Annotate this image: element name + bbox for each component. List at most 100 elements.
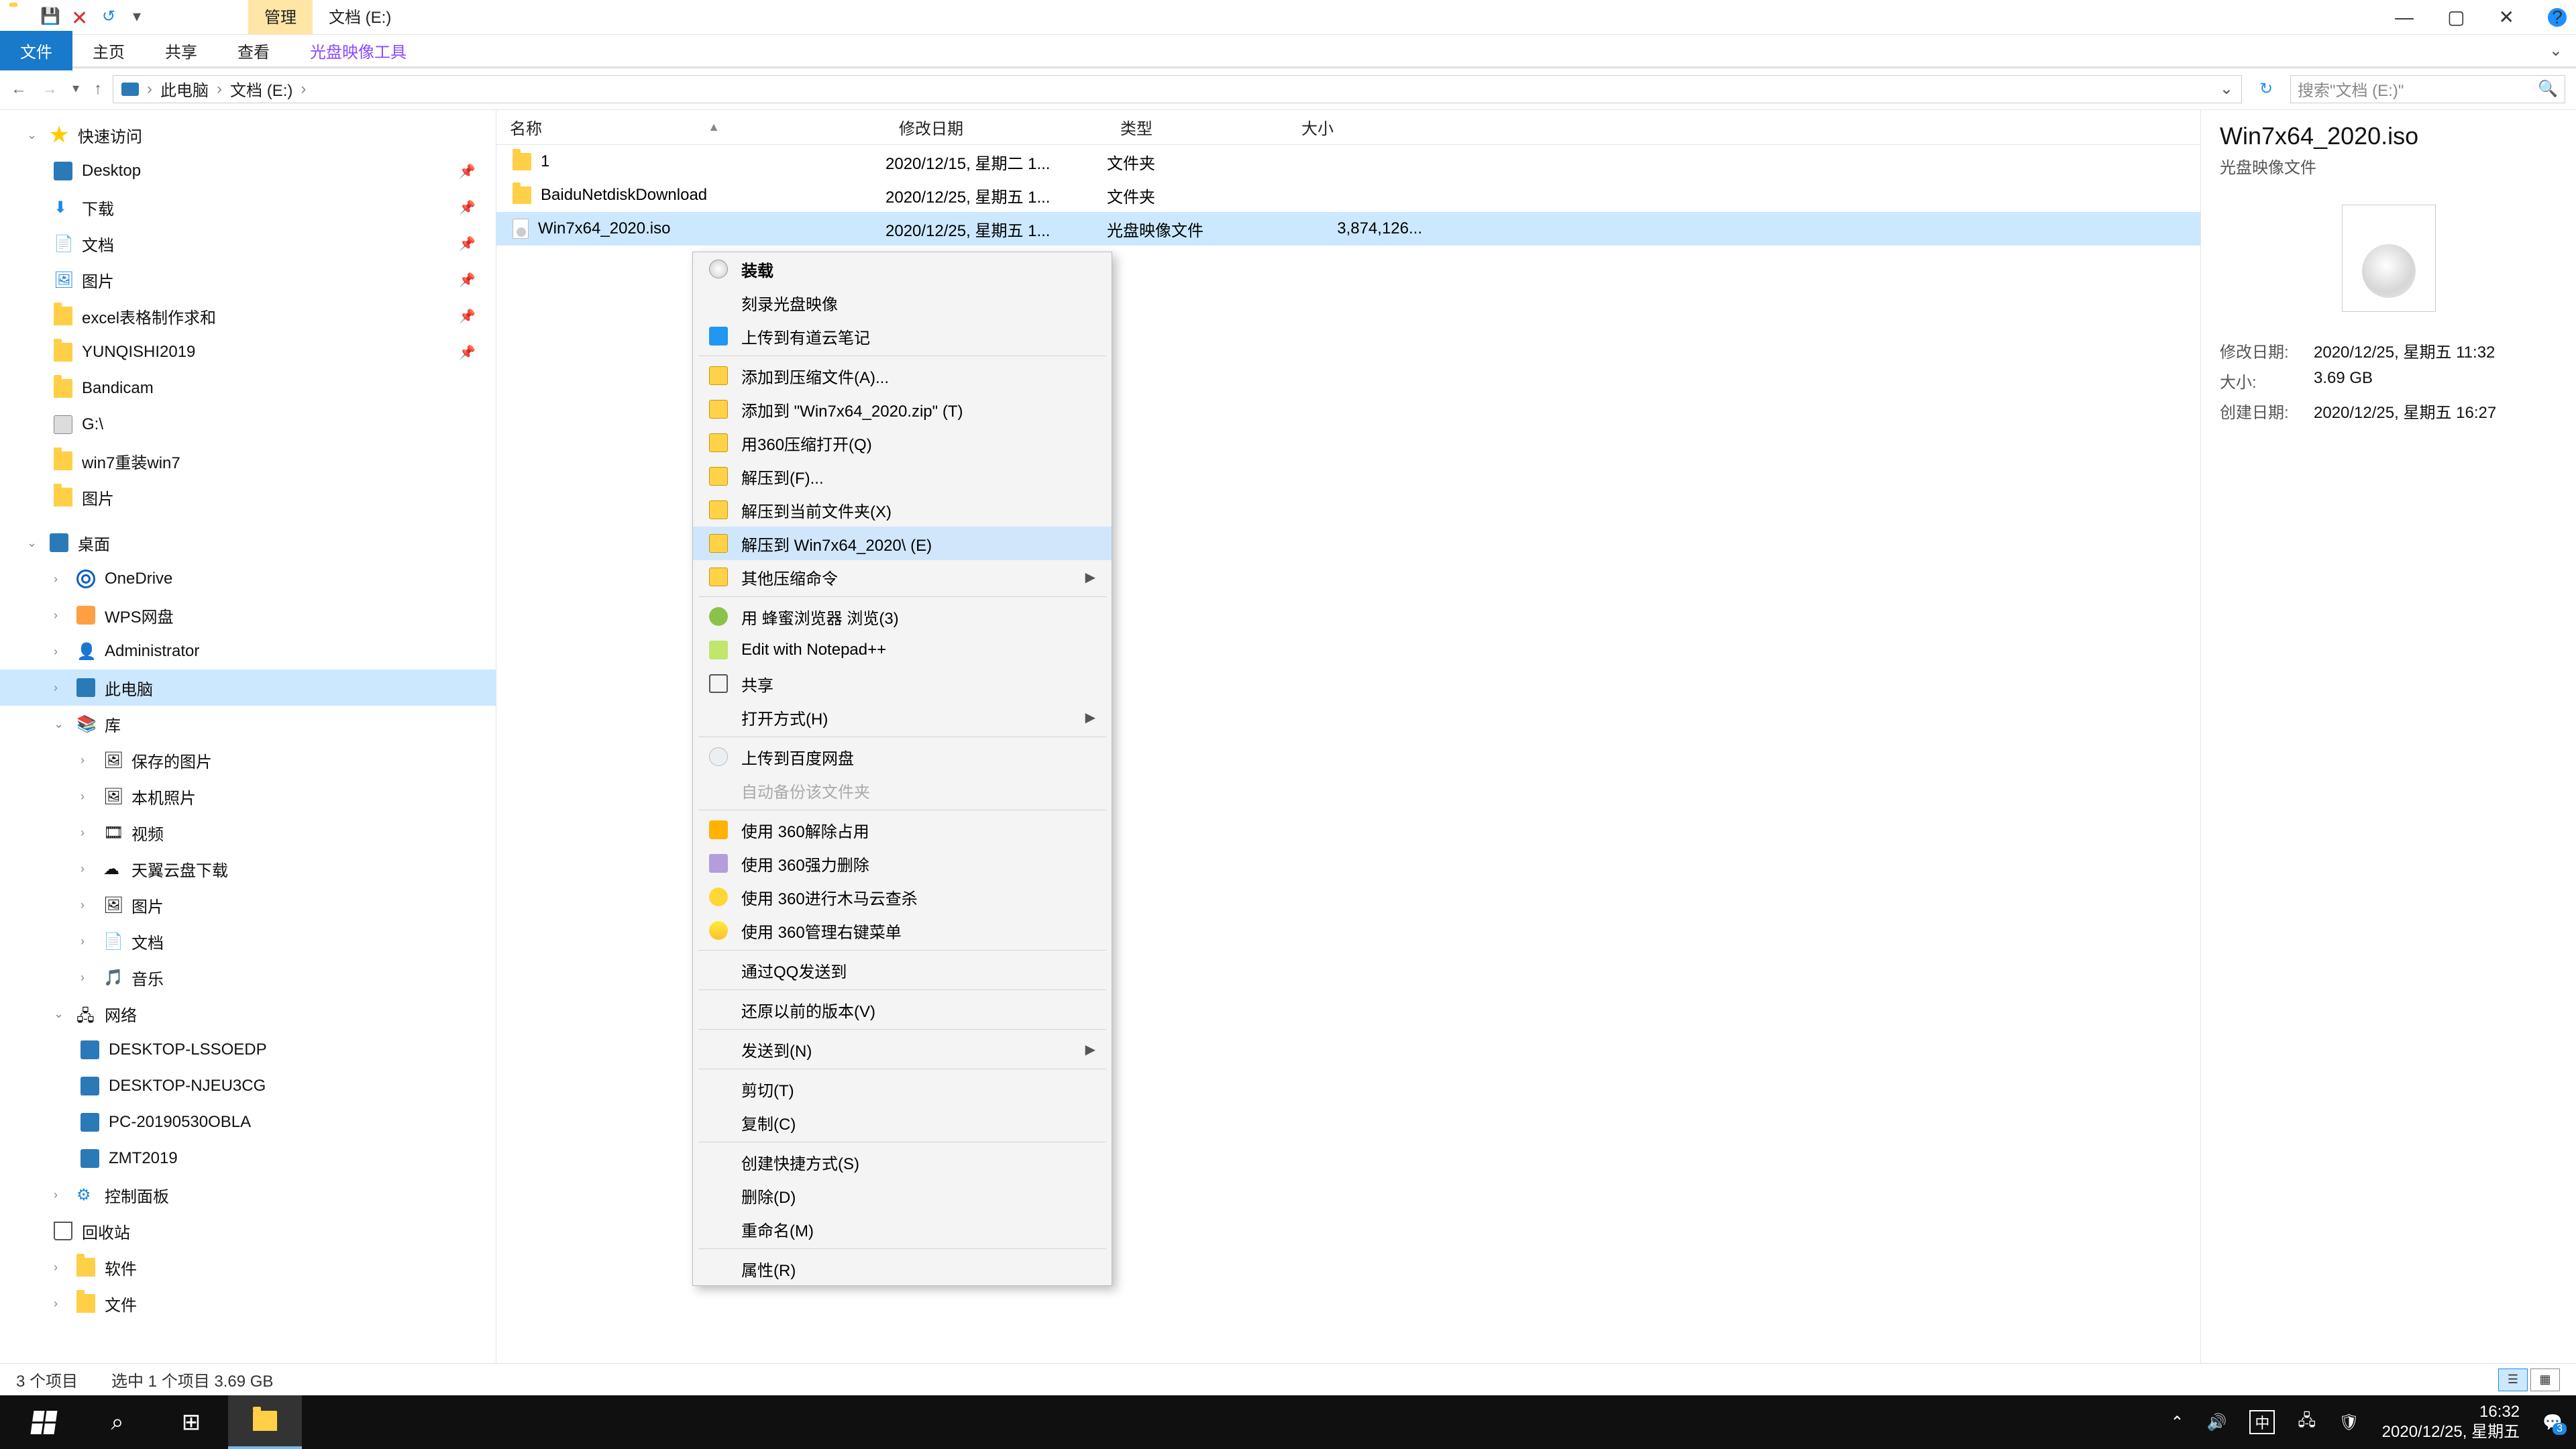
ribbon-tab-file[interactable]: 文件 <box>0 31 72 70</box>
nav-camera-roll[interactable]: ›🖼本机照片 <box>0 778 496 814</box>
nav-onedrive[interactable]: ›OneDrive <box>0 561 496 597</box>
ctx-delete[interactable]: 删除(D) <box>693 1179 1112 1212</box>
ctx-burn[interactable]: 刻录光盘映像 <box>693 286 1112 319</box>
file-row[interactable]: 1 2020/12/15, 星期二 1... 文件夹 <box>496 145 2200 178</box>
task-view-button[interactable]: ⊞ <box>154 1395 228 1449</box>
col-date[interactable]: 修改日期 <box>885 115 1107 139</box>
maximize-button[interactable]: ▢ <box>2447 6 2465 28</box>
tray-network-icon[interactable]: 🖧 <box>2298 1409 2316 1436</box>
ctx-extract-to[interactable]: 解压到(F)... <box>693 460 1112 493</box>
ribbon-tab-disctools[interactable]: 光盘映像工具 <box>290 31 427 70</box>
nav-back-button[interactable]: ← <box>11 80 27 99</box>
nav-libraries[interactable]: ⌄📚库 <box>0 706 496 742</box>
close-button[interactable]: ✕ <box>2499 6 2514 28</box>
view-details-button[interactable]: ☰ <box>2498 1368 2528 1391</box>
chevron-right-icon[interactable]: › <box>147 80 152 99</box>
delete-icon[interactable]: ✕ <box>71 7 93 28</box>
ctx-honey-browse[interactable]: 用 蜂蜜浏览器 浏览(3) <box>693 600 1112 633</box>
title-tab-manage[interactable]: 管理 <box>248 0 313 34</box>
nav-pictures2[interactable]: 图片 <box>0 479 496 515</box>
nav-music[interactable]: ›🎵音乐 <box>0 959 496 996</box>
ribbon-expand-icon[interactable]: ⌄ <box>2549 41 2576 60</box>
start-button[interactable] <box>7 1395 80 1449</box>
nav-desktop-root[interactable]: ⌄桌面 <box>0 525 496 561</box>
chevron-right-icon[interactable]: › <box>301 80 306 99</box>
ctx-open-360zip[interactable]: 用360压缩打开(Q) <box>693 426 1112 460</box>
taskbar-search[interactable]: ⌕ <box>80 1395 154 1449</box>
nav-yunqishi[interactable]: YUNQISHI2019📌 <box>0 334 496 370</box>
ctx-open-with[interactable]: 打开方式(H)▶ <box>693 700 1112 734</box>
save-icon[interactable]: 💾 <box>40 7 62 28</box>
nav-forward-button[interactable]: → <box>42 80 58 99</box>
chevron-right-icon[interactable]: › <box>217 80 222 99</box>
taskbar-explorer[interactable] <box>228 1395 302 1449</box>
qat-dropdown-icon[interactable]: ▾ <box>133 7 154 28</box>
ctx-other-archive[interactable]: 其他压缩命令▶ <box>693 560 1112 594</box>
help-icon[interactable]: ? <box>2548 8 2567 27</box>
nav-network[interactable]: ⌄🖧网络 <box>0 996 496 1032</box>
ctx-360-unlock[interactable]: 使用 360解除占用 <box>693 813 1112 847</box>
tray-volume-icon[interactable]: 🔊 <box>2207 1413 2227 1432</box>
ctx-send-to[interactable]: 发送到(N)▶ <box>693 1032 1112 1066</box>
nav-pictures[interactable]: 🖼图片📌 <box>0 262 496 298</box>
nav-net4[interactable]: ZMT2019 <box>0 1140 496 1177</box>
nav-documents2[interactable]: ›📄文档 <box>0 923 496 959</box>
ctx-extract-named[interactable]: 解压到 Win7x64_2020\ (E) <box>693 527 1112 560</box>
ctx-extract-here[interactable]: 解压到当前文件夹(X) <box>693 493 1112 527</box>
file-row[interactable]: BaiduNetdiskDownload 2020/12/25, 星期五 1..… <box>496 178 2200 212</box>
nav-software[interactable]: ›软件 <box>0 1249 496 1285</box>
tray-ime[interactable]: 中 <box>2249 1410 2275 1434</box>
address-bar[interactable]: › 此电脑 › 文档 (E:) › ⌄ <box>113 75 2242 103</box>
nav-tianyi[interactable]: ›☁天翼云盘下载 <box>0 851 496 887</box>
nav-gdrive[interactable]: G:\ <box>0 407 496 443</box>
breadcrumb-root[interactable]: 此电脑 <box>160 77 209 101</box>
col-name[interactable]: 名称▲ <box>496 115 885 139</box>
nav-win7re[interactable]: win7重装win7 <box>0 443 496 479</box>
ribbon-tab-share[interactable]: 共享 <box>145 31 217 70</box>
ctx-copy[interactable]: 复制(C) <box>693 1106 1112 1139</box>
ctx-360-force-delete[interactable]: 使用 360强力删除 <box>693 847 1112 880</box>
search-icon[interactable]: 🔍 <box>2538 79 2558 99</box>
ctx-360-manager[interactable]: 使用 360管理右键菜单 <box>693 914 1112 947</box>
nav-net2[interactable]: DESKTOP-NJEU3CG <box>0 1068 496 1104</box>
ctx-share[interactable]: 共享 <box>693 667 1112 700</box>
ribbon-tab-view[interactable]: 查看 <box>217 31 290 70</box>
col-type[interactable]: 类型 <box>1107 115 1288 139</box>
nav-up-button[interactable]: ↑ <box>94 80 102 99</box>
nav-saved-pics[interactable]: ›🖼保存的图片 <box>0 742 496 778</box>
ctx-360-scan[interactable]: 使用 360进行木马云查杀 <box>693 880 1112 914</box>
undo-icon[interactable]: ↺ <box>102 7 123 28</box>
nav-documents[interactable]: 📄文档📌 <box>0 225 496 262</box>
nav-files[interactable]: ›文件 <box>0 1285 496 1322</box>
refresh-button[interactable]: ↻ <box>2253 79 2279 99</box>
ctx-qq-send[interactable]: 通过QQ发送到 <box>693 953 1112 987</box>
ctx-restore-previous[interactable]: 还原以前的版本(V) <box>693 993 1112 1026</box>
tray-clock[interactable]: 16:322020/12/25, 星期五 <box>2382 1402 2520 1442</box>
nav-recycle[interactable]: 回收站 <box>0 1213 496 1249</box>
tray-overflow-icon[interactable]: ⌃ <box>2170 1413 2184 1432</box>
nav-ctrlpanel[interactable]: ›⚙控制面板 <box>0 1177 496 1213</box>
view-icons-button[interactable]: ▦ <box>2530 1368 2560 1391</box>
nav-pictures3[interactable]: ›🖼图片 <box>0 887 496 923</box>
nav-excel[interactable]: excel表格制作求和📌 <box>0 298 496 334</box>
nav-bandicam[interactable]: Bandicam <box>0 370 496 407</box>
nav-videos[interactable]: ›🎞视频 <box>0 814 496 851</box>
ctx-baidu[interactable]: 上传到百度网盘 <box>693 740 1112 773</box>
ctx-cut[interactable]: 剪切(T) <box>693 1072 1112 1106</box>
ctx-properties[interactable]: 属性(R) <box>693 1252 1112 1285</box>
nav-net1[interactable]: DESKTOP-LSSOEDP <box>0 1032 496 1068</box>
ctx-create-shortcut[interactable]: 创建快捷方式(S) <box>693 1145 1112 1179</box>
ctx-mount[interactable]: 装载 <box>693 252 1112 286</box>
address-dropdown-icon[interactable]: ⌄ <box>2220 79 2233 99</box>
nav-history-button[interactable]: ▾ <box>72 80 79 99</box>
nav-quick-access[interactable]: ⌄快速访问 <box>0 117 496 153</box>
nav-desktop[interactable]: Desktop📌 <box>0 153 496 189</box>
nav-admin[interactable]: ›👤Administrator <box>0 633 496 669</box>
tray-security-icon[interactable]: 🛡 <box>2339 1413 2359 1432</box>
tray-notification-icon[interactable]: 💬 <box>2542 1413 2563 1432</box>
nav-thispc[interactable]: ›此电脑 <box>0 669 496 706</box>
nav-downloads[interactable]: ⬇下载📌 <box>0 189 496 225</box>
ribbon-tab-home[interactable]: 主页 <box>72 31 145 70</box>
file-row-selected[interactable]: Win7x64_2020.iso 2020/12/25, 星期五 1... 光盘… <box>496 212 2200 246</box>
col-size[interactable]: 大小 <box>1288 115 1436 139</box>
